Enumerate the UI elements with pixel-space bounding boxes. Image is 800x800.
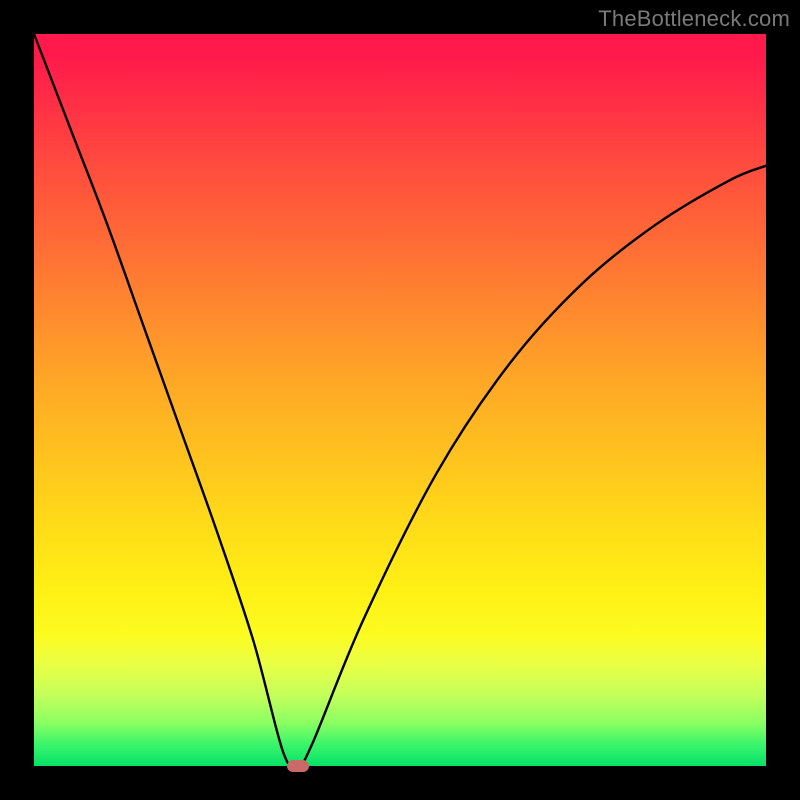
optimal-marker [287, 760, 309, 772]
plot-area [34, 34, 766, 766]
bottleneck-curve [34, 34, 766, 766]
watermark-text: TheBottleneck.com [598, 6, 790, 32]
